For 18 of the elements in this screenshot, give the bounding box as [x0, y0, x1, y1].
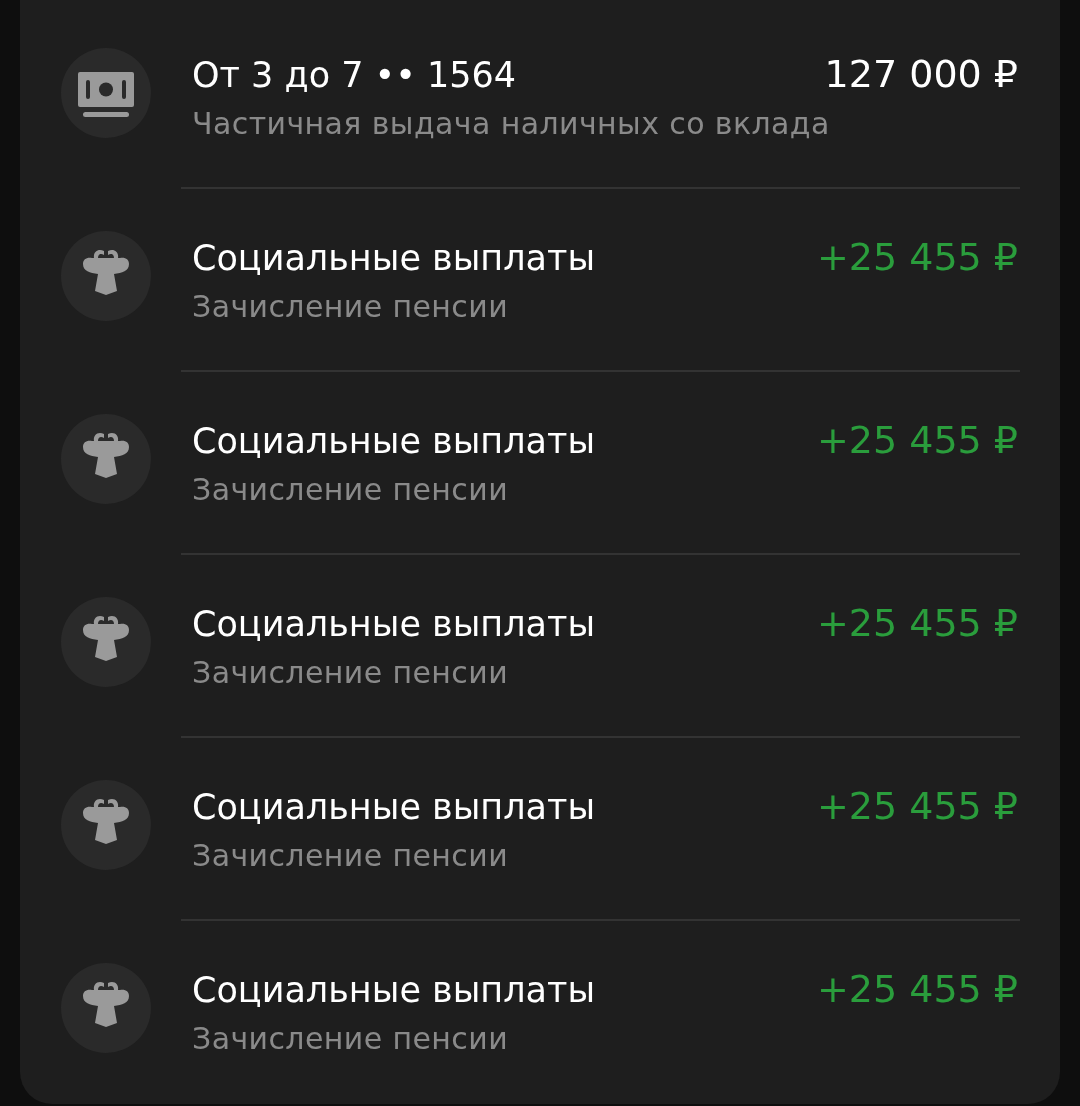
transaction-description: Зачисление пенсии: [192, 655, 509, 690]
transaction-description: Зачисление пенсии: [192, 1021, 509, 1056]
transaction-title: Социальные выплаты: [192, 970, 596, 1010]
transaction-amount: +25 455 ₽: [816, 418, 1018, 462]
transaction-title: Социальные выплаты: [192, 787, 596, 827]
transaction-amount: +25 455 ₽: [816, 784, 1018, 828]
transaction-amount: +25 455 ₽: [816, 967, 1018, 1011]
transaction-description: Частичная выдача наличных со вклада: [192, 106, 830, 141]
transaction-title: Социальные выплаты: [192, 238, 596, 278]
transaction-description: Зачисление пенсии: [192, 838, 509, 873]
transaction-amount: +25 455 ₽: [816, 601, 1018, 645]
transaction-amount: +25 455 ₽: [816, 235, 1018, 279]
transaction-title: Социальные выплаты: [192, 421, 596, 461]
transaction-amount: 127 000 ₽: [824, 52, 1018, 96]
transaction-description: Зачисление пенсии: [192, 472, 509, 507]
transaction-title: От 3 до 7 •• 1564: [192, 55, 517, 95]
transaction-description: Зачисление пенсии: [192, 289, 509, 324]
transaction-title: Социальные выплаты: [192, 604, 596, 644]
